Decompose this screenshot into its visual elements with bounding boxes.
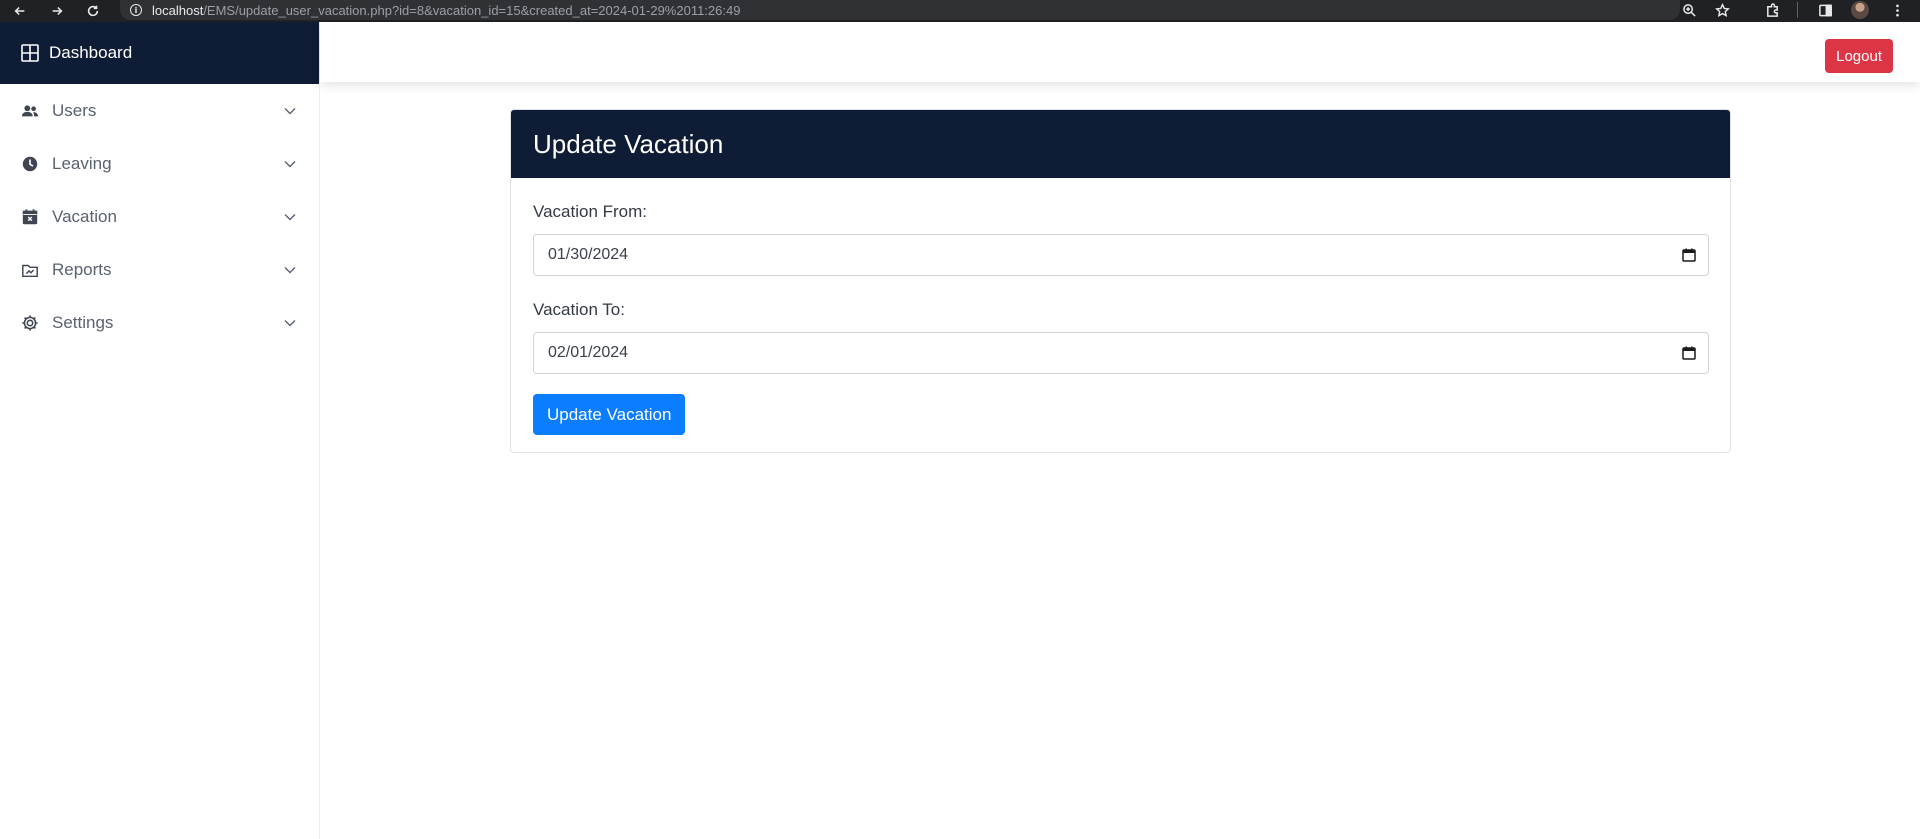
calendar-x-icon [21,208,39,226]
top-navbar: Logout [320,22,1920,82]
sidebar-item-label: Leaving [52,153,112,173]
sidebar-item-leaving[interactable]: Leaving [0,137,319,190]
side-panel-icon[interactable] [1814,0,1836,20]
url-text: localhost/EMS/update_user_vacation.php?i… [152,3,740,18]
sidebar: Dashboard Users Leaving Vacation Reports [0,22,320,839]
chevron-down-icon [283,210,297,224]
extensions-icon[interactable] [1761,0,1783,20]
sidebar-item-label: Reports [52,259,112,279]
sidebar-item-vacation[interactable]: Vacation [0,190,319,243]
sidebar-dashboard-link[interactable]: Dashboard [0,22,319,84]
folder-chart-icon [21,261,39,279]
profile-avatar[interactable] [1851,1,1869,19]
calendar-picker-icon[interactable] [1681,247,1697,263]
logout-button[interactable]: Logout [1825,39,1893,73]
zoom-icon[interactable] [1678,0,1700,20]
gear-icon [21,314,39,332]
vacation-from-value: 01/30/2024 [548,246,629,263]
chevron-down-icon [283,157,297,171]
sidebar-item-settings[interactable]: Settings [0,296,319,349]
forward-icon[interactable] [47,0,67,22]
browser-menu-icon[interactable] [1886,0,1908,20]
chevron-down-icon [283,316,297,330]
page-title: Update Vacation [533,128,724,159]
card-header: Update Vacation [511,110,1730,178]
sidebar-item-label: Users [52,100,97,120]
chevron-down-icon [283,104,297,118]
url-host: localhost [152,2,204,18]
sidebar-item-label: Settings [52,312,114,332]
sidebar-item-users[interactable]: Users [0,84,319,137]
vacation-from-label: Vacation From: [533,202,648,221]
sidebar-item-label: Vacation [52,206,117,226]
bookmark-star-icon[interactable] [1711,0,1733,20]
back-icon[interactable] [10,0,30,22]
site-info-icon[interactable]: i [130,4,142,16]
vacation-from-input[interactable]: 01/30/2024 [533,234,1709,276]
calendar-picker-icon[interactable] [1681,345,1697,361]
vacation-to-input[interactable]: 02/01/2024 [533,332,1709,374]
toolbar-divider [1797,2,1798,18]
sidebar-item-reports[interactable]: Reports [0,243,319,296]
dashboard-grid-icon [21,44,39,62]
chevron-down-icon [283,263,297,277]
clock-icon [21,155,39,173]
address-bar[interactable]: i localhost/EMS/update_user_vacation.php… [120,0,1680,20]
browser-toolbar: i localhost/EMS/update_user_vacation.php… [0,0,1920,22]
update-vacation-button[interactable]: Update Vacation [533,394,686,435]
url-path: /EMS/update_user_vacation.php?id=8&vacat… [203,2,741,18]
reload-icon[interactable] [83,0,103,22]
update-vacation-card: Update Vacation Vacation From: 01/30/202… [510,109,1731,453]
vacation-to-label: Vacation To: [533,300,625,319]
update-vacation-form: Vacation From: 01/30/2024 Vacation To: 0… [511,178,1730,435]
vacation-to-value: 02/01/2024 [548,344,629,361]
users-icon [21,102,39,120]
sidebar-brand-label: Dashboard [49,43,133,62]
